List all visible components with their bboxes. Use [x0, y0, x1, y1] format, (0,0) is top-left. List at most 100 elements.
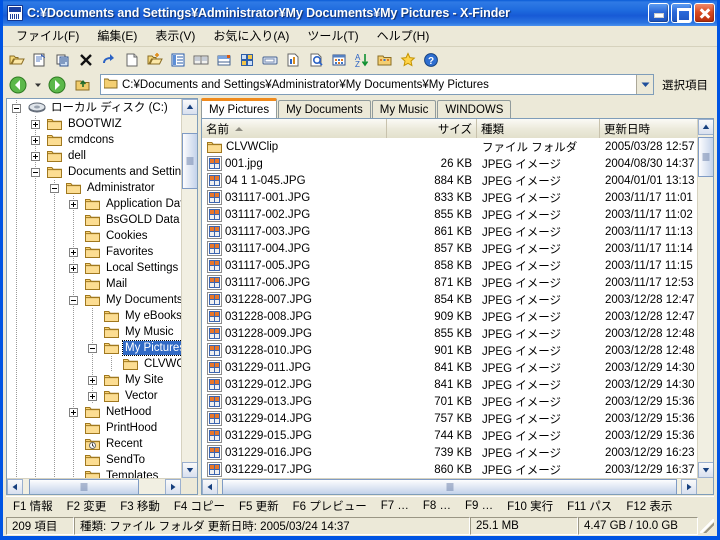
- help-icon[interactable]: ?: [420, 49, 442, 71]
- column-header-type[interactable]: 種類: [477, 119, 600, 138]
- tree-scroll-right-button[interactable]: [165, 479, 181, 494]
- tree-item-printhood[interactable]: PrintHood: [9, 420, 181, 436]
- tree-item-recent[interactable]: Recent: [9, 436, 181, 452]
- table-row[interactable]: 031228-008.JPG 909 KB JPEG イメージ 2003/12/28 …: [202, 308, 697, 325]
- tile-view-icon[interactable]: [236, 49, 258, 71]
- address-chevron-down-icon[interactable]: [636, 75, 653, 94]
- tree-item-administrator[interactable]: Administrator: [9, 180, 181, 196]
- table-row[interactable]: 001.jpg 26 KB JPEG イメージ 2004/08/30 14:37: [202, 155, 697, 172]
- list-horizontal-scrollbar[interactable]: [202, 478, 697, 494]
- new-folder-icon[interactable]: [144, 49, 166, 71]
- back-arrow-icon[interactable]: [6, 74, 30, 96]
- tree-expander[interactable]: [28, 116, 47, 132]
- collapse-minus-icon[interactable]: [88, 344, 97, 353]
- tab-my-music[interactable]: My Music: [371, 100, 437, 118]
- tree-expander[interactable]: [28, 132, 47, 148]
- tree-item-my-documents[interactable]: My Documents: [9, 292, 181, 308]
- tree-item-application-data[interactable]: Application Data: [9, 196, 181, 212]
- tree-vertical-scrollbar[interactable]: [181, 99, 197, 478]
- redo-arrow-icon[interactable]: [98, 49, 120, 71]
- tree-expander[interactable]: [47, 180, 66, 196]
- grid-icon[interactable]: [328, 49, 350, 71]
- menu-item-file[interactable]: ファイル(F): [7, 25, 88, 47]
- tree-expander[interactable]: [28, 148, 47, 164]
- tree-item-mail[interactable]: Mail: [9, 276, 181, 292]
- function-key-f7[interactable]: F7 …: [374, 500, 416, 512]
- list-scroll-up-button[interactable]: [698, 119, 713, 135]
- tree-item-templates[interactable]: Templates: [9, 468, 181, 478]
- details-view-icon[interactable]: [213, 49, 235, 71]
- list-scroll-right-button[interactable]: [681, 479, 697, 494]
- tree-horizontal-scrollbar[interactable]: [7, 478, 181, 494]
- list-vertical-scrollbar[interactable]: [697, 119, 713, 478]
- tree-expander[interactable]: [85, 372, 104, 388]
- filmstrip-icon[interactable]: [259, 49, 281, 71]
- table-row[interactable]: 04 1 1-045.JPG 884 KB JPEG イメージ 2004/01/01 …: [202, 172, 697, 189]
- tree-item-bsgold-data[interactable]: BsGOLD Data: [9, 212, 181, 228]
- tab-windows[interactable]: WINDOWS: [437, 100, 512, 118]
- expand-plus-icon[interactable]: [69, 408, 78, 417]
- menu-item-favorites[interactable]: お気に入り(A): [204, 25, 298, 47]
- expand-plus-icon[interactable]: [88, 392, 97, 401]
- tree-expander[interactable]: [66, 260, 85, 276]
- back-history-chevron-down-icon[interactable]: [32, 74, 43, 96]
- table-row[interactable]: 031117-002.JPG 855 KB JPEG イメージ 2003/11/17 …: [202, 206, 697, 223]
- function-key-f9[interactable]: F9 …: [458, 500, 500, 512]
- column-header-size[interactable]: サイズ: [387, 119, 477, 138]
- new-file-icon[interactable]: [121, 49, 143, 71]
- table-row[interactable]: 031229-011.JPG 841 KB JPEG イメージ 2003/12/29 …: [202, 359, 697, 376]
- table-row[interactable]: 031117-003.JPG 861 KB JPEG イメージ 2003/11/17 …: [202, 223, 697, 240]
- table-row[interactable]: CLVWClip ファイル フォルダ 2005/03/28 12:57: [202, 138, 697, 155]
- table-row[interactable]: 031229-017.JPG 860 KB JPEG イメージ 2003/12/29 …: [202, 461, 697, 478]
- function-key-f2[interactable]: F2 変更: [60, 498, 114, 514]
- collapse-minus-icon[interactable]: [50, 184, 59, 193]
- delete-x-icon[interactable]: [75, 49, 97, 71]
- tree-scroll-left-button[interactable]: [7, 479, 23, 494]
- up-folder-icon[interactable]: [71, 74, 95, 96]
- tree-item-my-pictures[interactable]: My Pictures: [9, 340, 181, 356]
- table-row[interactable]: 031229-016.JPG 739 KB JPEG イメージ 2003/12/29 …: [202, 444, 697, 461]
- table-row[interactable]: 031117-001.JPG 833 KB JPEG イメージ 2003/11/17 …: [202, 189, 697, 206]
- expand-plus-icon[interactable]: [31, 152, 40, 161]
- tree-scroll-thumb[interactable]: [182, 133, 197, 189]
- tree-expander[interactable]: [66, 196, 85, 212]
- function-key-f6[interactable]: F6 プレビュー: [286, 498, 374, 514]
- tree-item-local-settings[interactable]: Local Settings: [9, 260, 181, 276]
- list-scroll-down-button[interactable]: [698, 462, 713, 478]
- expand-plus-icon[interactable]: [69, 264, 78, 273]
- table-row[interactable]: 031117-004.JPG 857 KB JPEG イメージ 2003/11/17 …: [202, 240, 697, 257]
- table-row[interactable]: 031229-015.JPG 744 KB JPEG イメージ 2003/12/29 …: [202, 427, 697, 444]
- tree-item-my-site[interactable]: My Site: [9, 372, 181, 388]
- function-key-f11[interactable]: F11 パス: [560, 498, 619, 514]
- tree-expander[interactable]: [9, 100, 28, 116]
- address-input[interactable]: C:¥Documents and Settings¥Administrator¥…: [100, 74, 654, 95]
- table-row[interactable]: 031229-013.JPG 701 KB JPEG イメージ 2003/12/29 …: [202, 393, 697, 410]
- table-row[interactable]: 031229-012.JPG 841 KB JPEG イメージ 2003/12/29 …: [202, 376, 697, 393]
- properties-icon[interactable]: [29, 49, 51, 71]
- collapse-minus-icon[interactable]: [12, 104, 21, 113]
- list-view-icon[interactable]: [167, 49, 189, 71]
- function-key-f5[interactable]: F5 更新: [232, 498, 286, 514]
- close-button[interactable]: [694, 3, 715, 23]
- table-row[interactable]: 031229-014.JPG 757 KB JPEG イメージ 2003/12/29 …: [202, 410, 697, 427]
- tree-item-nethood[interactable]: NetHood: [9, 404, 181, 420]
- thumbnail-view-icon[interactable]: [190, 49, 212, 71]
- expand-plus-icon[interactable]: [88, 376, 97, 385]
- tree-expander[interactable]: [28, 164, 47, 180]
- tree-item-clvwclip[interactable]: CLVWClip: [9, 356, 181, 372]
- table-row[interactable]: 031117-005.JPG 858 KB JPEG イメージ 2003/11/17 …: [202, 257, 697, 274]
- search-icon[interactable]: [305, 49, 327, 71]
- tree-item-dell[interactable]: dell: [9, 148, 181, 164]
- tree-scroll-up-button[interactable]: [182, 99, 197, 115]
- list-hscroll-thumb[interactable]: [222, 479, 677, 494]
- resize-grip-icon[interactable]: [700, 519, 714, 533]
- function-key-f4[interactable]: F4 コピー: [167, 498, 232, 514]
- favorites-star-icon[interactable]: [397, 49, 419, 71]
- minimize-button[interactable]: [648, 3, 669, 23]
- expand-plus-icon[interactable]: [69, 248, 78, 257]
- tab-my-pictures[interactable]: My Pictures: [201, 98, 278, 118]
- tree-item-cookies[interactable]: Cookies: [9, 228, 181, 244]
- tree-item-documents-and-settings[interactable]: Documents and Settings: [9, 164, 181, 180]
- tree-item-bootwiz[interactable]: BOOTWIZ: [9, 116, 181, 132]
- tree-item-my-music[interactable]: My Music: [9, 324, 181, 340]
